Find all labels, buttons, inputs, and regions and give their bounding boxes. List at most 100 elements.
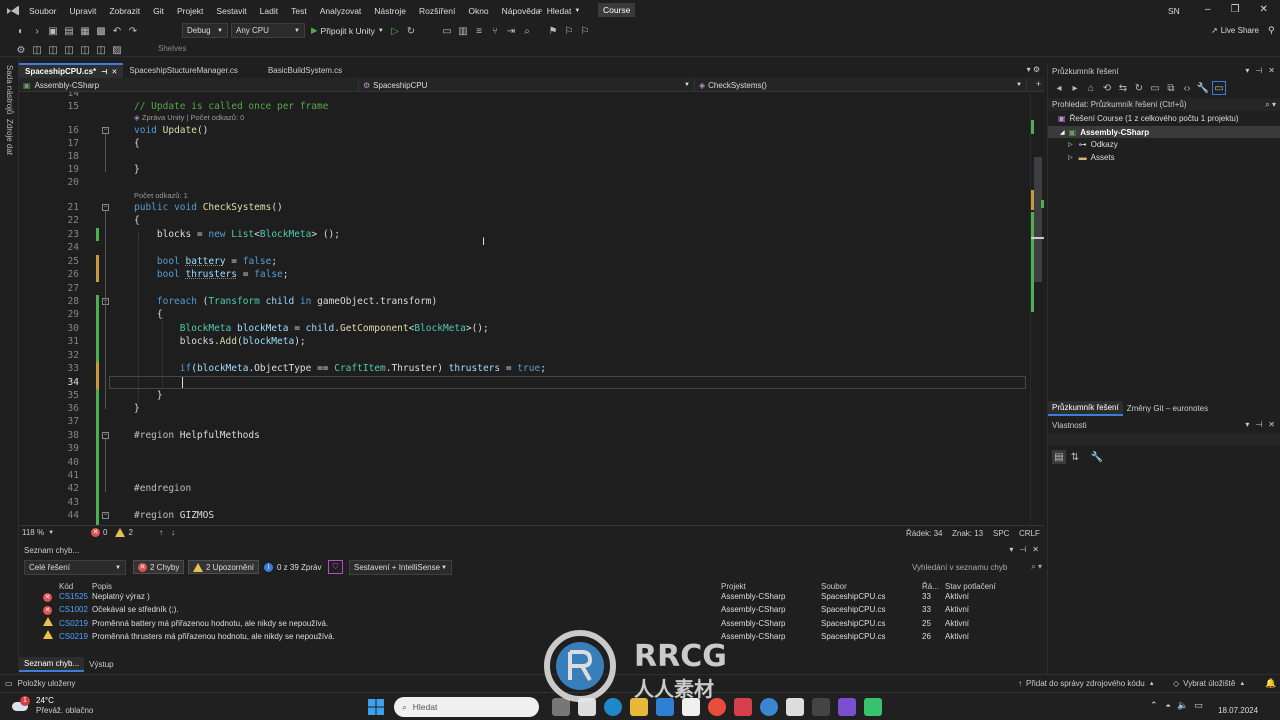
forward-icon[interactable]: ▸ (1068, 81, 1082, 95)
maximize-icon[interactable]: ❐ (1231, 4, 1240, 15)
menu-projekt[interactable]: Projekt (177, 6, 203, 16)
menu-okno[interactable]: Okno (468, 6, 488, 16)
volume-icon[interactable]: 🔈 (1177, 700, 1188, 711)
tool-icon[interactable]: ▨ (110, 43, 124, 57)
property-pages-icon[interactable]: 🔧 (1090, 450, 1104, 464)
pin-icon[interactable]: ⊣ (1019, 545, 1026, 554)
menu-napoveda[interactable]: Nápověda (502, 6, 541, 16)
caret-col[interactable]: Znak: 13 (952, 529, 983, 538)
close-icon[interactable]: ✕ (1268, 66, 1275, 75)
bookmark-next-icon[interactable]: ⚐ (578, 24, 592, 38)
solution-search-input[interactable]: Prohledat: Průzkumník řešení (Ctrl+ů) ⌕ … (1048, 98, 1280, 111)
sync-icon[interactable]: ⟲ (1100, 81, 1114, 95)
codelens-hint[interactable]: ◈ Zpráva Unity | Počet odkazů: 0 (134, 113, 244, 123)
new-project-icon[interactable]: ▣ (46, 24, 60, 38)
scope-select[interactable]: Celé řešení ▼ (24, 560, 126, 575)
bookmark-prev-icon[interactable]: ⚐ (562, 24, 576, 38)
minimize-icon[interactable]: – (1205, 4, 1211, 15)
git-icon[interactable]: ⑂ (488, 24, 502, 38)
notifications-icon[interactable]: 🔔 (1265, 678, 1276, 689)
filter-icon[interactable]: ⛉ (328, 560, 343, 574)
row-code[interactable]: CS1002 (59, 603, 88, 616)
errors-filter-button[interactable]: ✕ 2 Chyby (133, 560, 185, 574)
whitespace-mode[interactable]: SPC (993, 529, 1009, 538)
tool-icon[interactable]: ◫ (78, 43, 92, 57)
warnings-filter-button[interactable]: 2 Upozornění (188, 560, 260, 574)
alphabetical-icon[interactable]: ⇅ (1068, 450, 1082, 464)
weather-widget[interactable]: 1 24°C Převáž. oblačno (10, 696, 93, 716)
tab-git-changes[interactable]: Změny Git – euronotes (1123, 402, 1212, 415)
toolbox-tab[interactable]: Sada nástrojů (5, 65, 14, 114)
solution-name-badge[interactable]: Course (598, 3, 636, 17)
pin-icon[interactable]: ⊣ (1255, 66, 1262, 75)
tab-output[interactable]: Výstup (84, 658, 118, 671)
dropdown-icon[interactable]: ▾ (1245, 66, 1249, 75)
close-icon[interactable]: ✕ (1260, 4, 1268, 15)
windows-start-icon[interactable] (368, 699, 384, 715)
add-source-control-button[interactable]: ↑ Přidat do správy zdrojového kódu ▲ (1018, 679, 1155, 688)
taskbar-search[interactable]: ⌕ Hledat (394, 697, 539, 717)
tool-icon[interactable]: ⚙ (14, 43, 28, 57)
layout-icon[interactable]: ▥ (456, 24, 470, 38)
shelves-label[interactable]: Shelves (158, 44, 186, 53)
tool-icon[interactable]: ◫ (62, 43, 76, 57)
menu-ladit[interactable]: Ladit (260, 6, 278, 16)
fold-toggle[interactable]: − (102, 432, 109, 439)
categorized-icon[interactable]: ▤ (1052, 450, 1066, 464)
tree-project[interactable]: ◢ ▣ Assembly-CSharp (1048, 126, 1280, 138)
live-share-button[interactable]: ↗ Live Share (1211, 26, 1259, 35)
fold-toggle[interactable]: − (102, 127, 109, 134)
step-icon[interactable]: ⇥ (504, 24, 518, 38)
code-icon[interactable]: ‹› (1180, 81, 1194, 95)
pin-icon[interactable]: ⊣ (1255, 420, 1262, 429)
app-icon[interactable] (864, 698, 882, 716)
fold-toggle[interactable]: − (102, 204, 109, 211)
home-icon[interactable]: ⌂ (1084, 81, 1098, 95)
project-nav-combo[interactable]: ▣ Assembly-CSharp (19, 78, 359, 92)
tab-basicbuildsystem[interactable]: BasicBuildSystem.cs (262, 63, 348, 78)
dropdown-icon[interactable]: ▾ (1009, 545, 1013, 554)
battery-icon[interactable]: ▭ (1194, 700, 1203, 711)
table-row[interactable]: ✕ CS1525 Neplatný výraz ) Assembly-CShar… (19, 590, 1044, 603)
tree-item-references[interactable]: ▷ ⊶ Odkazy (1068, 140, 1118, 149)
app-icon[interactable] (760, 698, 778, 716)
folder-icon[interactable]: ▭ (440, 24, 454, 38)
vs-logo-icon[interactable] (6, 5, 20, 16)
code-editor[interactable]: 14 15 16 17 18 19 20 21 22 23 24 25 26 2… (19, 92, 1044, 525)
play-outline-icon[interactable]: ▷ (388, 24, 402, 38)
platform-select[interactable]: Any CPU ▼ (231, 23, 305, 38)
menu-nastroje[interactable]: Nástroje (374, 6, 406, 16)
save-icon[interactable]: ▦ (78, 24, 92, 38)
arrow-up-icon[interactable]: ↑ (159, 528, 163, 537)
caret-line[interactable]: Řádek: 34 (906, 529, 942, 538)
menu-rozsireni[interactable]: Rozšíření (419, 6, 455, 16)
table-row[interactable]: ✕ CS1002 Očekával se středník (;). Assem… (19, 603, 1044, 616)
close-icon[interactable]: ✕ (1268, 420, 1275, 429)
global-search[interactable]: ⌕ Hledat ▼ (538, 5, 580, 16)
menu-upravit[interactable]: Upravit (69, 6, 96, 16)
vertical-scrollbar[interactable] (1030, 92, 1044, 525)
visual-studio-icon[interactable] (838, 698, 856, 716)
close-icon[interactable]: ✕ (112, 68, 118, 76)
select-repo-button[interactable]: ◇ Vybrat úložiště ▲ (1173, 679, 1245, 688)
refresh-icon[interactable]: ↻ (1132, 81, 1146, 95)
zoom-select[interactable]: 118 % ▼ (22, 528, 54, 537)
network-icon[interactable]: ◓ (1166, 701, 1171, 711)
pending-icon[interactable]: ⇆ (1116, 81, 1130, 95)
feedback-icon[interactable]: ⚲ (1268, 25, 1275, 36)
wrench-icon[interactable]: 🔧 (1196, 81, 1210, 95)
row-code[interactable]: CS0219 (59, 617, 88, 630)
bookmark-icon[interactable]: ⚑ (546, 24, 560, 38)
data-sources-tab[interactable]: Zdroje dat (5, 119, 14, 155)
row-code[interactable]: CS1525 (59, 590, 88, 603)
forward-icon[interactable]: › (30, 24, 44, 38)
health-indicator[interactable]: ✕ 0 2 (91, 528, 133, 537)
menu-zobrazit[interactable]: Zobrazit (109, 6, 140, 16)
split-icon[interactable]: + (1036, 79, 1041, 89)
menu-soubor[interactable]: Soubor (29, 6, 56, 16)
table-row[interactable]: CS0219 Proměnná thrusters má přiřazenou … (19, 630, 1044, 643)
tab-menu-icon[interactable]: ▾ ⚙ (1027, 65, 1040, 74)
menu-sestavit[interactable]: Sestavit (216, 6, 246, 16)
row-code[interactable]: CS0219 (59, 630, 88, 643)
tool-icon[interactable]: ◫ (94, 43, 108, 57)
